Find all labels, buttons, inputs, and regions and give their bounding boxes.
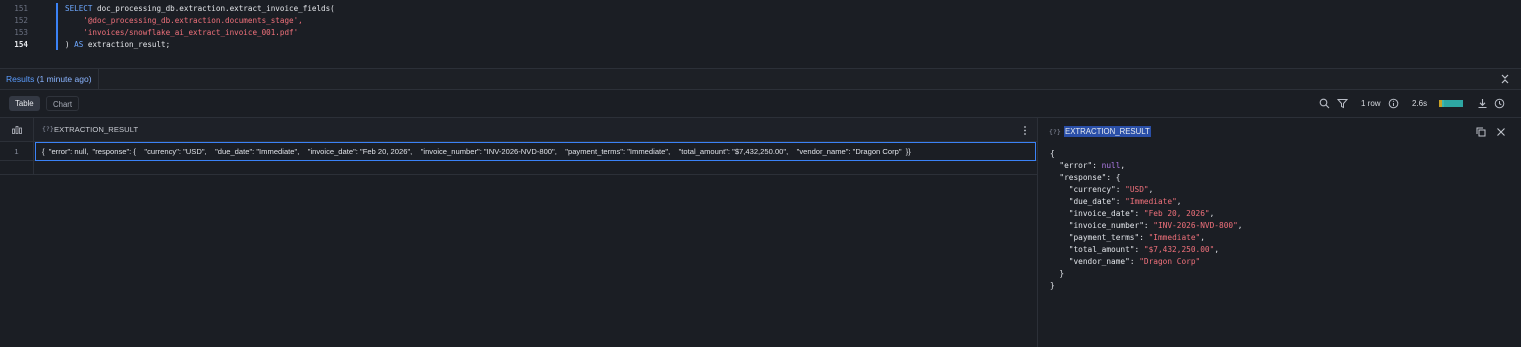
json-value: "INV-2026-NVD-800" xyxy=(1153,221,1238,230)
results-toolbar: Table Chart 1 row 2.6s xyxy=(0,90,1521,117)
copy-icon[interactable] xyxy=(1476,127,1486,137)
search-icon[interactable] xyxy=(1319,98,1330,109)
history-icon[interactable] xyxy=(1494,98,1505,109)
table-row[interactable]: 1 { "error": null, "response": { "curren… xyxy=(0,142,1037,161)
query-timing-bar[interactable] xyxy=(1439,100,1463,107)
json-key: "invoice_date" xyxy=(1068,209,1135,218)
cell-detail-panel: {?} EXTRACTION_RESULT { "error": null, "… xyxy=(1037,117,1521,347)
json-viewer[interactable]: { "error": null, "response": { "currency… xyxy=(1050,148,1242,292)
tab-results[interactable]: Results (1 minute ago) xyxy=(0,69,99,90)
json-key: "invoice_number" xyxy=(1068,221,1144,230)
detail-title[interactable]: EXTRACTION_RESULT xyxy=(1064,126,1151,137)
json-key: "due_date" xyxy=(1068,197,1116,206)
column-stats-icon xyxy=(12,126,22,134)
column-header-extraction-result[interactable]: EXTRACTION_RESULT xyxy=(54,125,138,134)
json-value: "Feb 20, 2026" xyxy=(1143,209,1210,218)
results-tab-label: Results xyxy=(6,74,35,84)
column-stats-toggle[interactable] xyxy=(0,118,34,142)
query-duration: 2.6s xyxy=(1412,99,1428,108)
chart-view-button[interactable]: Chart xyxy=(46,96,80,111)
row-count: 1 row xyxy=(1361,99,1381,108)
json-key: "currency" xyxy=(1068,185,1116,194)
results-tab-time: (1 minute ago) xyxy=(36,74,92,84)
json-value: null xyxy=(1101,161,1121,170)
info-icon[interactable] xyxy=(1388,98,1399,109)
code-line[interactable]: 154 ) AS extraction_result; xyxy=(0,38,1521,51)
results-grid: {?} EXTRACTION_RESULT 1 { "error": null,… xyxy=(0,117,1037,347)
download-icon[interactable] xyxy=(1477,98,1488,109)
row-number: 1 xyxy=(0,142,34,161)
sql-editor[interactable]: 151 SELECT doc_processing_db.extraction.… xyxy=(0,0,1521,68)
json-value: "USD" xyxy=(1125,185,1149,194)
json-brace: } xyxy=(1059,269,1065,278)
json-key: "total_amount" xyxy=(1068,245,1135,254)
collapse-icon[interactable] xyxy=(1499,73,1511,85)
grid-header: {?} EXTRACTION_RESULT xyxy=(0,118,1037,142)
json-value: "Immediate" xyxy=(1148,233,1201,242)
detail-type-icon: {?} xyxy=(1049,128,1061,136)
close-icon[interactable] xyxy=(1496,127,1506,137)
timing-segment xyxy=(1444,100,1463,107)
table-view-button[interactable]: Table xyxy=(9,96,40,111)
column-menu-icon[interactable] xyxy=(1022,125,1028,136)
json-brace: } xyxy=(1050,281,1055,290)
column-type-icon: {?} xyxy=(42,125,54,133)
json-key: "error" xyxy=(1059,161,1093,170)
json-value: "Dragon Corp" xyxy=(1139,257,1201,266)
json-key: "response" xyxy=(1059,173,1107,182)
json-key: "vendor_name" xyxy=(1068,257,1130,266)
row-number-empty xyxy=(0,161,34,175)
json-value: "Immediate" xyxy=(1125,197,1177,206)
line-number: 154 xyxy=(14,40,28,49)
table-row-empty xyxy=(0,161,1037,175)
filter-icon[interactable] xyxy=(1337,98,1348,109)
results-header: Results (1 minute ago) xyxy=(0,68,1521,90)
table-cell-selected[interactable]: { "error": null, "response": { "currency… xyxy=(35,142,1036,161)
json-brace: { xyxy=(1050,149,1055,158)
json-value: "$7,432,250.00" xyxy=(1143,245,1215,254)
code-text: ) AS extraction_result; xyxy=(65,40,171,49)
json-key: "payment_terms" xyxy=(1068,233,1140,242)
